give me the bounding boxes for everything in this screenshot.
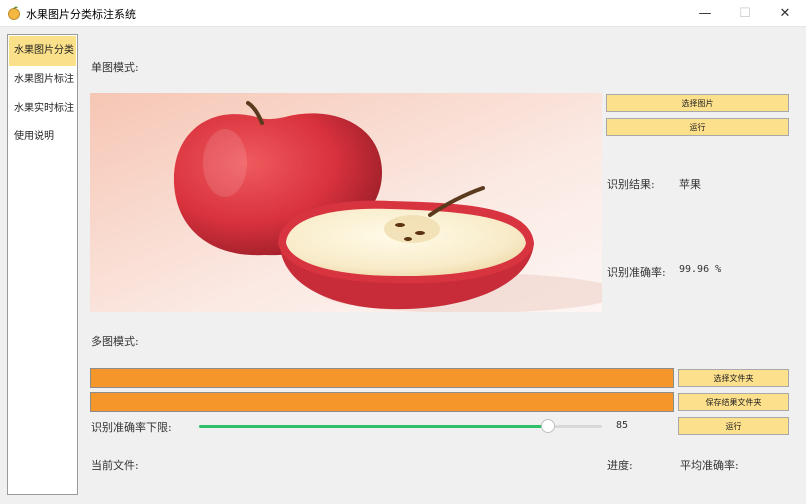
accuracy-label: 识别准确率: [607, 266, 666, 279]
single-mode-label: 单图模式: [91, 61, 139, 74]
close-button[interactable]: ✕ [764, 0, 806, 27]
slider-fill [199, 425, 548, 428]
current-file-label: 当前文件: [91, 459, 139, 472]
folder-path-field[interactable] [90, 368, 674, 388]
threshold-value: 85 [616, 420, 629, 431]
apple-photo [90, 93, 602, 312]
sidebar-item-classify[interactable]: 水果图片分类 [9, 36, 76, 66]
multi-mode-label: 多图模式: [91, 335, 139, 348]
result-label: 识别结果: [607, 178, 655, 191]
avg-accuracy-label: 平均准确率: [680, 459, 739, 472]
select-folder-button[interactable]: 选择文件夹 [678, 369, 789, 387]
title-bar: 水果图片分类标注系统 — ☐ ✕ [0, 0, 806, 27]
sidebar-item-annotate[interactable]: 水果图片标注 [9, 65, 76, 95]
sidebar-item-realtime[interactable]: 水果实时标注 [9, 94, 76, 124]
single-run-button[interactable]: 运行 [606, 118, 789, 136]
minimize-button[interactable]: — [684, 0, 726, 27]
maximize-button[interactable]: ☐ [724, 0, 766, 27]
window-title: 水果图片分类标注系统 [26, 8, 136, 21]
select-image-button[interactable]: 选择图片 [606, 94, 789, 112]
result-value: 苹果 [679, 178, 701, 191]
save-path-field[interactable] [90, 392, 674, 412]
accuracy-value: 99.96 % [679, 264, 722, 275]
multi-run-button[interactable]: 运行 [678, 417, 789, 435]
sidebar-item-help[interactable]: 使用说明 [9, 122, 76, 152]
sidebar-nav: 水果图片分类 水果图片标注 水果实时标注 使用说明 [7, 34, 78, 495]
progress-label: 进度: [607, 459, 633, 472]
fruit-icon [8, 6, 20, 20]
slider-handle[interactable] [540, 419, 555, 433]
threshold-label: 识别准确率下限: [91, 421, 172, 434]
threshold-slider[interactable] [199, 419, 602, 433]
save-folder-button[interactable]: 保存结果文件夹 [678, 393, 789, 411]
